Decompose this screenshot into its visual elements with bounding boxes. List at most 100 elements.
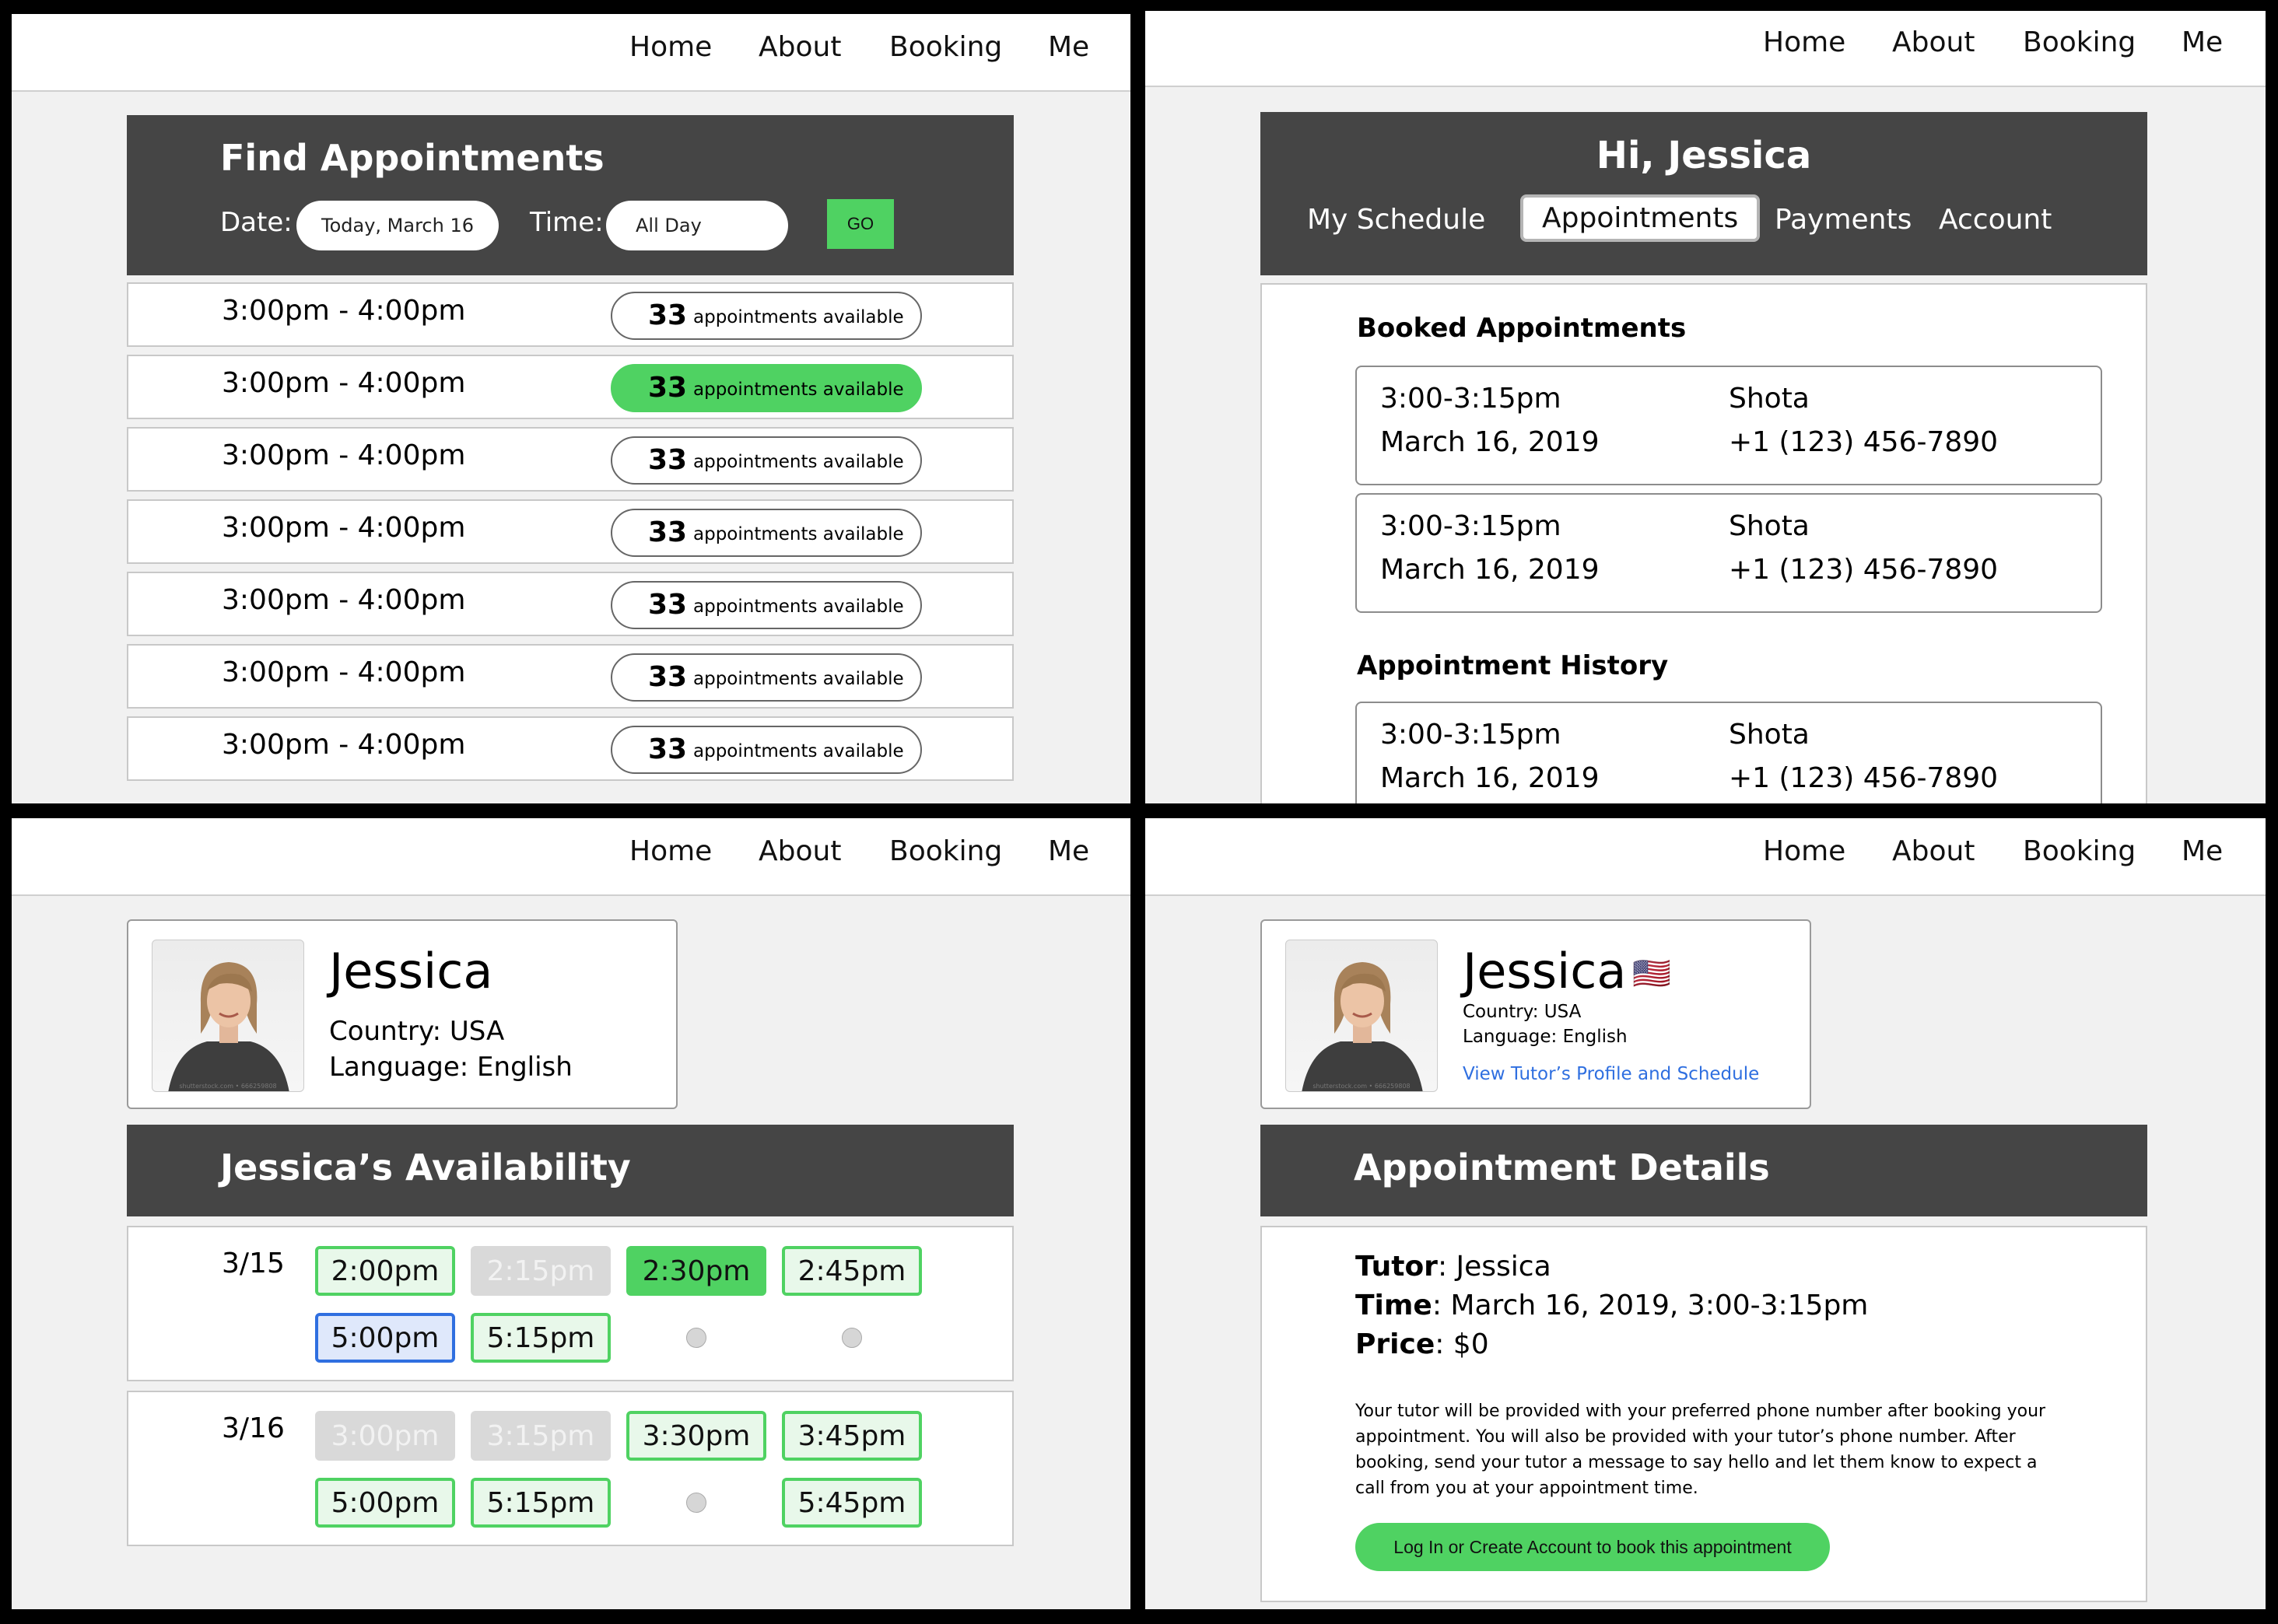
slot-time: 3:00pm - 4:00pm: [222, 584, 466, 616]
nav-home[interactable]: Home: [1763, 26, 1845, 58]
availability-button[interactable]: 33 appointments available: [611, 509, 922, 557]
tutor-language: Language: English: [1463, 1027, 1628, 1047]
person-photo-icon: [168, 962, 289, 1091]
nav-booking[interactable]: Booking: [889, 31, 1002, 63]
time-slot-open[interactable]: 5:00pm: [315, 1478, 455, 1528]
history-card[interactable]: 3:00-3:15pm March 16, 2019 Shota +1 (123…: [1355, 702, 2102, 803]
detail-tutor-label: Tutor: [1355, 1251, 1438, 1283]
nav-me[interactable]: Me: [1048, 31, 1089, 63]
tutor-card[interactable]: shutterstock.com • 666259808 Jessica Cou…: [127, 919, 678, 1109]
availability-button[interactable]: 33 appointments available: [611, 726, 922, 774]
slot-row: 3:00pm - 4:00pm 33 appointments availabl…: [127, 282, 1014, 347]
time-slot-open[interactable]: 5:15pm: [471, 1313, 611, 1363]
availability-button[interactable]: 33 appointments available: [611, 581, 922, 629]
booking-note: Your tutor will be provided with your pr…: [1355, 1402, 2046, 1498]
slot-time: 3:00pm - 4:00pm: [222, 656, 466, 688]
tutor-profile-link[interactable]: View Tutor’s Profile and Schedule: [1463, 1064, 1759, 1084]
detail-time-label: Time: [1355, 1290, 1432, 1321]
my-appointments-panel: Home About Booking Me Hi, Jessica My Sch…: [1145, 11, 2266, 803]
appt-name: Shota: [1729, 510, 1810, 542]
availability-button-selected[interactable]: 33 appointments available: [611, 364, 922, 412]
availability-title: Jessica’s Availability: [220, 1146, 631, 1188]
availability-count: 33: [648, 733, 688, 765]
availability-label: appointments available: [693, 524, 904, 544]
appt-date: March 16, 2019: [1380, 762, 1600, 794]
date-input[interactable]: Today, March 16: [296, 201, 499, 250]
slot-time: 3:00pm - 4:00pm: [222, 512, 466, 544]
time-slot-open[interactable]: 2:00pm: [315, 1246, 455, 1296]
time-slot-open[interactable]: 5:15pm: [471, 1478, 611, 1528]
slot-time: 3:00pm - 4:00pm: [222, 295, 466, 327]
tutor-photo: shutterstock.com • 666259808: [152, 940, 304, 1092]
time-slot-unavailable: 2:15pm: [471, 1246, 611, 1296]
appt-phone: +1 (123) 456-7890: [1729, 426, 1999, 458]
login-to-book-button[interactable]: Log In or Create Account to book this ap…: [1355, 1523, 1830, 1571]
nav-me[interactable]: Me: [2182, 26, 2223, 58]
nav-home[interactable]: Home: [629, 31, 712, 63]
tab-account[interactable]: Account: [1939, 204, 2052, 236]
availability-button[interactable]: 33 appointments available: [611, 292, 922, 340]
nav-me[interactable]: Me: [1048, 835, 1089, 867]
detail-price-label: Price: [1355, 1328, 1435, 1360]
appointment-card[interactable]: 3:00-3:15pm March 16, 2019 Shota +1 (123…: [1355, 366, 2102, 485]
nav-booking[interactable]: Booking: [2023, 26, 2136, 58]
nav-about[interactable]: About: [759, 31, 841, 63]
tab-payments[interactable]: Payments: [1775, 204, 1912, 236]
go-button[interactable]: GO: [827, 199, 894, 249]
tab-my-schedule[interactable]: My Schedule: [1307, 204, 1485, 236]
tutor-language: Language: English: [329, 1052, 573, 1083]
time-slot-open[interactable]: 3:30pm: [626, 1411, 766, 1461]
appt-date: March 16, 2019: [1380, 554, 1600, 586]
top-nav: Home About Booking Me: [1145, 11, 2266, 87]
nav-booking[interactable]: Booking: [2023, 835, 2136, 867]
nav-home[interactable]: Home: [1763, 835, 1845, 867]
tab-appointments[interactable]: Appointments: [1520, 194, 1761, 242]
slot-row: 3:00pm - 4:00pm 33 appointments availabl…: [127, 499, 1014, 564]
time-select[interactable]: All Day: [606, 201, 788, 250]
tutor-name: Jessica: [329, 943, 493, 999]
nav-booking[interactable]: Booking: [889, 835, 1002, 867]
nav-home[interactable]: Home: [629, 835, 712, 867]
availability-count: 33: [648, 444, 688, 476]
nav-about[interactable]: About: [759, 835, 841, 867]
availability-count: 33: [648, 661, 688, 693]
detail-time-value: : March 16, 2019, 3:00-3:15pm: [1432, 1290, 1869, 1321]
detail-price: Price: $0: [1355, 1328, 1489, 1360]
nav-me[interactable]: Me: [2182, 835, 2223, 867]
history-title: Appointment History: [1357, 650, 1669, 681]
search-header: Find Appointments Date: Today, March 16 …: [127, 115, 1014, 275]
date-label: Date:: [220, 207, 293, 238]
nav-about[interactable]: About: [1892, 835, 1975, 867]
appointment-details-panel: Home About Booking Me shutterstock.com •…: [1145, 818, 2266, 1609]
top-nav: Home About Booking Me: [12, 14, 1130, 92]
slot-row: 3:00pm - 4:00pm 33 appointments availabl…: [127, 644, 1014, 709]
availability-count: 33: [648, 372, 688, 404]
tutor-availability-panel: Home About Booking Me shutterstock.com •…: [12, 818, 1130, 1609]
time-slot-unavailable: 3:15pm: [471, 1411, 611, 1461]
slot-row: 3:00pm - 4:00pm 33 appointments availabl…: [127, 427, 1014, 492]
detail-price-value: : $0: [1435, 1328, 1489, 1360]
top-nav: Home About Booking Me: [12, 818, 1130, 896]
nav-about[interactable]: About: [1892, 26, 1975, 58]
empty-slot-dot: [686, 1493, 706, 1513]
time-slot-open[interactable]: 2:45pm: [782, 1246, 922, 1296]
availability-label: appointments available: [693, 741, 904, 761]
time-slot-selected[interactable]: 5:00pm: [315, 1313, 455, 1363]
time-slot-open[interactable]: 3:45pm: [782, 1411, 922, 1461]
time-label: Time:: [530, 207, 604, 238]
slot-time: 3:00pm - 4:00pm: [222, 729, 466, 761]
time-slot-unavailable: 3:00pm: [315, 1411, 455, 1461]
availability-count: 33: [648, 516, 688, 548]
time-slot-booked[interactable]: 2:30pm: [626, 1246, 766, 1296]
appt-name: Shota: [1729, 383, 1810, 415]
greeting-title: Hi, Jessica: [1596, 134, 1812, 177]
availability-button[interactable]: 33 appointments available: [611, 653, 922, 702]
appt-time: 3:00-3:15pm: [1380, 383, 1561, 415]
appt-time: 3:00-3:15pm: [1380, 719, 1561, 751]
appointment-card[interactable]: 3:00-3:15pm March 16, 2019 Shota +1 (123…: [1355, 493, 2102, 613]
tutor-card: shutterstock.com • 666259808 Jessica 🇺🇸 …: [1260, 919, 1811, 1109]
availability-button[interactable]: 33 appointments available: [611, 436, 922, 485]
time-slot-open[interactable]: 5:45pm: [782, 1478, 922, 1528]
availability-label: appointments available: [693, 669, 904, 689]
appt-time: 3:00-3:15pm: [1380, 510, 1561, 542]
